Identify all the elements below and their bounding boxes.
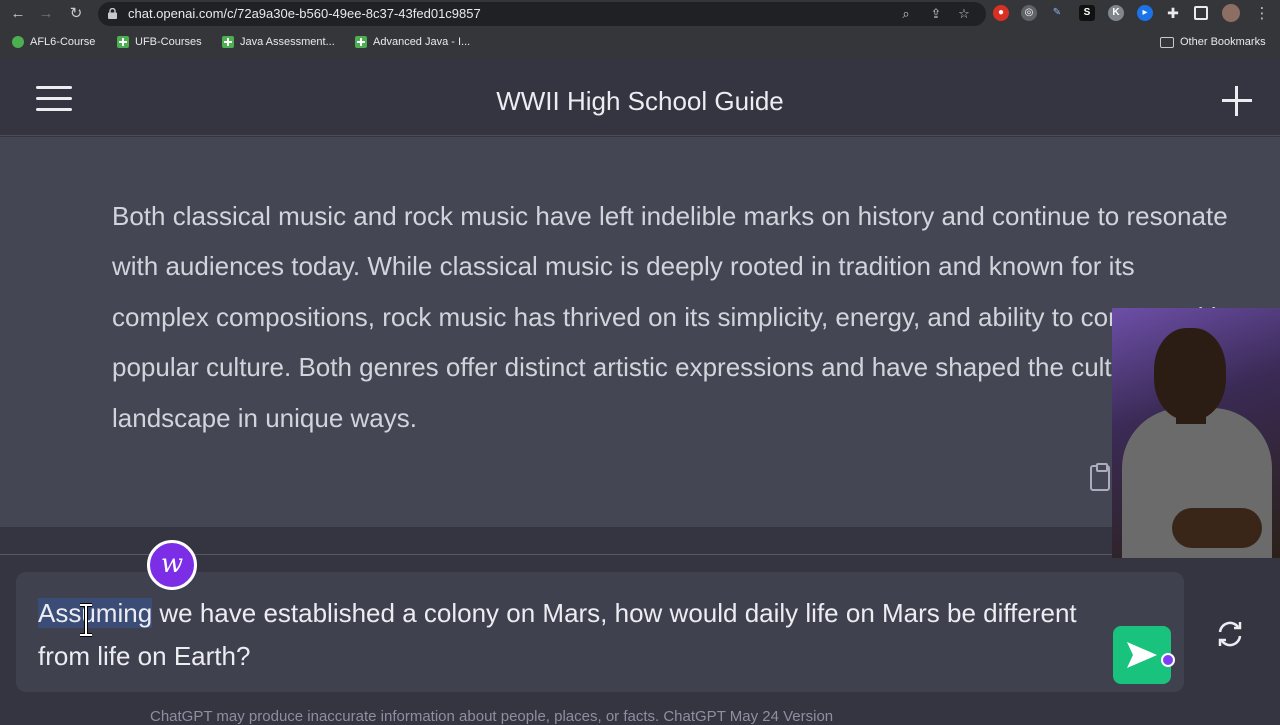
plus-icon [355,36,367,48]
bookmark-label: Java Assessment... [240,36,335,48]
folder-icon [1160,36,1174,48]
extension-blue-icon[interactable]: ▸ [1137,5,1153,21]
extension-pen-icon[interactable]: ✎ [1049,5,1065,21]
writing-assistant-badge[interactable]: w [147,540,197,590]
browser-toolbar: ← → ↻ chat.openai.com/c/72a9a30e-b560-49… [0,0,1280,28]
extension-k-icon[interactable]: K [1108,5,1124,21]
other-bookmarks[interactable]: Other Bookmarks [1160,34,1266,50]
bookmark-label: Advanced Java - I... [373,36,471,48]
menu-kebab-icon[interactable]: ⋮ [1252,4,1272,24]
text-cursor-icon [80,603,92,637]
status-dot [1161,653,1175,667]
url-text: chat.openai.com/c/72a9a30e-b560-49ee-8c3… [128,6,481,21]
extension-s-icon[interactable]: S [1079,5,1095,21]
bookmarks-bar: AFL6-Course UFB-Courses Java Assessment.… [0,30,1280,54]
copy-clipboard-icon[interactable] [1090,463,1110,491]
extensions-puzzle-icon[interactable]: ✚ [1165,5,1181,21]
bookmark-label: UFB-Courses [135,36,202,48]
person-hands [1172,508,1262,548]
forward-arrow-icon[interactable]: → [36,4,56,24]
zoom-icon[interactable]: ⌕ [898,6,914,22]
bookmark-label: Other Bookmarks [1180,36,1266,48]
send-arrow-icon [1127,642,1157,668]
bookmark-label: AFL6-Course [30,36,96,48]
bookmark-java-assessment[interactable]: Java Assessment... [222,34,335,50]
prompt-input[interactable]: Assuming we have established a colony on… [16,572,1184,692]
bookmark-afl6[interactable]: AFL6-Course [12,34,95,50]
profile-avatar-icon[interactable] [1222,4,1240,22]
lock-icon [108,8,117,19]
circle-icon [12,36,24,48]
assistant-message: Both classical music and rock music have… [0,137,1280,527]
extension-red-icon[interactable]: ● [993,5,1009,21]
browser-chrome: ← → ↻ chat.openai.com/c/72a9a30e-b560-49… [0,0,1280,58]
share-icon[interactable]: ⇪ [928,6,944,22]
regenerate-icon[interactable] [1214,618,1246,650]
extension-grey-icon[interactable]: ◎ [1021,5,1037,21]
sidebar-panel-icon[interactable] [1194,6,1208,20]
message-text: Both classical music and rock music have… [112,201,1228,433]
prompt-text[interactable]: Assuming we have established a colony on… [38,592,1098,678]
person-head [1154,328,1226,420]
back-arrow-icon[interactable]: ← [8,4,28,24]
plus-icon [117,36,129,48]
bookmark-advanced-java[interactable]: Advanced Java - I... [355,34,470,50]
bookmark-ufb[interactable]: UFB-Courses [117,34,202,50]
disclaimer-text: ChatGPT may produce inaccurate informati… [150,708,834,725]
reload-icon[interactable]: ↻ [66,4,86,24]
prompt-rest-text: we have established a colony on Mars, ho… [38,598,1077,671]
new-chat-plus-icon[interactable] [1222,86,1252,116]
app-header: WWII High School Guide [0,58,1280,136]
page-title: WWII High School Guide [496,86,784,116]
star-icon[interactable]: ☆ [956,6,972,22]
webcam-overlay [1112,308,1280,558]
address-bar[interactable]: chat.openai.com/c/72a9a30e-b560-49ee-8c3… [98,2,986,26]
plus-icon [222,36,234,48]
